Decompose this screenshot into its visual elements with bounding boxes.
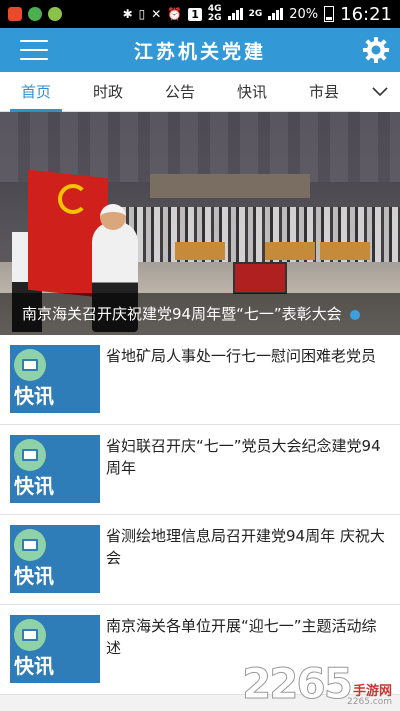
thumbnail-label: 快讯 bbox=[14, 384, 54, 408]
news-flash-icon bbox=[14, 529, 46, 561]
chevron-down-icon[interactable] bbox=[360, 72, 400, 112]
news-thumbnail: 快讯 bbox=[10, 615, 100, 683]
battery-percent: 20% bbox=[289, 6, 319, 22]
news-flash-icon bbox=[14, 439, 46, 471]
tab-news-flash[interactable]: 快讯 bbox=[216, 72, 288, 112]
news-thumbnail: 快讯 bbox=[10, 435, 100, 503]
news-flash-icon bbox=[14, 619, 46, 651]
banner-photo-stage bbox=[150, 174, 310, 198]
carousel-indicator-dot[interactable] bbox=[350, 310, 360, 320]
banner-photo-desk bbox=[175, 242, 225, 260]
network-type-2: 2G bbox=[248, 8, 263, 19]
news-item[interactable]: 快讯 省地矿局人事处一行七一慰问困难老党员 bbox=[0, 335, 400, 425]
category-tabs: 首页 时政 公告 快讯 市县 bbox=[0, 72, 400, 112]
thumbnail-label: 快讯 bbox=[14, 474, 54, 498]
banner-photo-desk bbox=[265, 242, 315, 260]
clock: 16:21 bbox=[340, 3, 392, 25]
tab-home[interactable]: 首页 bbox=[0, 72, 72, 112]
signal-strength-icon bbox=[268, 8, 284, 20]
status-bar: ✱ ▯ ✕ ⏰ 1 4G 2G 2G 20% 16:21 bbox=[0, 0, 400, 28]
app-header: 江苏机关党建 bbox=[0, 28, 400, 72]
app-title: 江苏机关党建 bbox=[133, 40, 266, 63]
tab-politics[interactable]: 时政 bbox=[72, 72, 144, 112]
news-title: 南京海关各单位开展“迎七一”主题活动综述 bbox=[106, 617, 377, 657]
app-notification-icon bbox=[8, 7, 22, 21]
tab-announcements[interactable]: 公告 bbox=[144, 72, 216, 112]
thumbnail-label: 快讯 bbox=[14, 654, 54, 678]
news-title: 省地矿局人事处一行七一慰问困难老党员 bbox=[106, 347, 377, 365]
bluetooth-icon: ✱ bbox=[122, 7, 133, 21]
banner-caption: 南京海关召开庆祝建党94周年暨“七一”表彰大会 bbox=[0, 293, 400, 335]
mute-icon: ✕ bbox=[151, 7, 162, 21]
battery-icon bbox=[324, 6, 335, 22]
banner-photo-screen bbox=[233, 262, 287, 294]
news-item[interactable]: 快讯 南京海关各单位开展“迎七一”主题活动综述 bbox=[0, 605, 400, 695]
news-item[interactable]: 快讯 省测绘地理信息局召开建党94周年 庆祝大会 bbox=[0, 515, 400, 605]
news-thumbnail: 快讯 bbox=[10, 345, 100, 413]
banner-photo-desk bbox=[320, 242, 370, 260]
tab-cities-counties[interactable]: 市县 bbox=[288, 72, 360, 112]
news-title: 省妇联召开庆“七一”党员大会纪念建党94周年 bbox=[106, 437, 381, 477]
vibrate-icon: ▯ bbox=[138, 7, 146, 21]
signal-strength-icon bbox=[227, 8, 243, 20]
network-type-bottom: 2G bbox=[207, 13, 222, 23]
news-list: 快讯 省地矿局人事处一行七一慰问困难老党员 快讯 省妇联召开庆“七一”党员大会纪… bbox=[0, 335, 400, 695]
alarm-icon: ⏰ bbox=[167, 7, 183, 21]
app-notification-icon bbox=[28, 7, 42, 21]
banner-photo-person-head bbox=[100, 204, 126, 230]
watermark-url: 2265.com bbox=[347, 697, 392, 707]
banner-photo-ceiling bbox=[0, 112, 400, 182]
news-title: 省测绘地理信息局召开建党94周年 庆祝大会 bbox=[106, 527, 385, 567]
app-notification-icon bbox=[48, 7, 62, 21]
thumbnail-label: 快讯 bbox=[14, 564, 54, 588]
settings-gear-icon[interactable] bbox=[362, 36, 390, 64]
sim-indicator: 1 bbox=[188, 7, 202, 21]
network-type: 4G 2G bbox=[208, 5, 222, 23]
featured-banner[interactable]: 南京海关召开庆祝建党94周年暨“七一”表彰大会 bbox=[0, 112, 400, 335]
news-item[interactable]: 快讯 省妇联召开庆“七一”党员大会纪念建党94周年 bbox=[0, 425, 400, 515]
news-flash-icon bbox=[14, 349, 46, 381]
news-thumbnail: 快讯 bbox=[10, 525, 100, 593]
banner-photo-emblem bbox=[58, 184, 88, 214]
menu-icon[interactable] bbox=[20, 40, 48, 60]
